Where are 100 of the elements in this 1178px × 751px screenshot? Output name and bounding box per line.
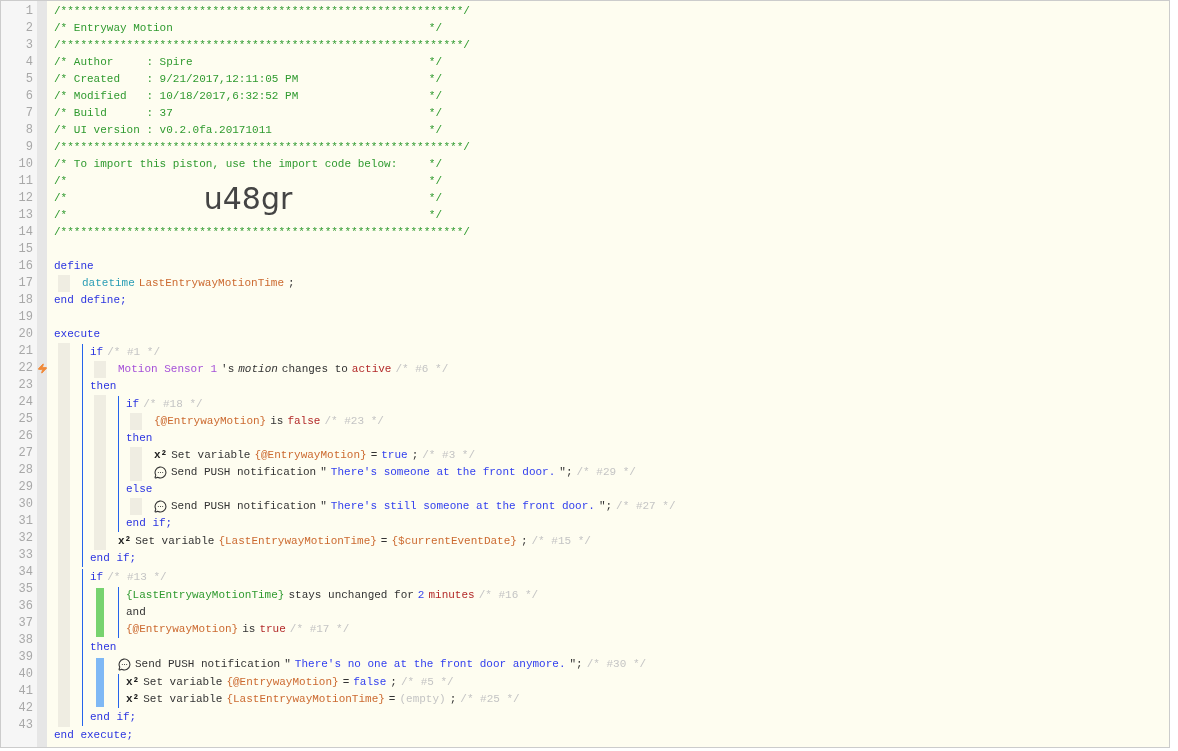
keyword: define [54,259,94,275]
keyword: end if; [126,516,173,532]
code-text: = [370,448,378,464]
line-number: 18 [17,292,33,309]
comment: */ [428,157,442,173]
chat-bubble-icon [154,500,167,513]
chat-bubble-icon [118,658,131,671]
value: minutes [428,588,475,604]
code-text: " [284,657,291,673]
keyword: end if; [90,551,137,567]
variable: {$currentEventDate} [391,534,517,550]
import-code: u48gr [203,181,293,216]
comment: */ [428,72,442,88]
line-number: 24 [17,394,33,411]
literal: There's still someone at the front door. [330,499,595,515]
comment: */ [428,55,442,71]
type-keyword: datetime [82,276,135,292]
code-comment: /* #13 */ [107,570,167,586]
literal: true [381,448,408,464]
keyword: if [126,397,140,413]
keyword: end define; [54,293,127,309]
keyword: end execute; [54,728,134,744]
line-number: 2 [24,20,33,37]
code-comment: /* #17 */ [289,622,350,638]
line-number: 15 [17,241,33,258]
line-number: 12 [17,190,33,207]
line-number: 3 [24,37,33,54]
comment: /* Modified : 10/18/2017,6:32:52 PM [54,89,299,105]
line-number: 16 [17,258,33,275]
device-name: Motion Sensor 1 [118,362,218,378]
line-number: 13 [17,207,33,224]
line-number: 19 [17,309,33,326]
code-text: = [380,534,388,550]
comment: /* Author : Spire [54,55,193,71]
variable: LastEntrywayMotionTime [138,276,285,292]
line-number: 6 [24,88,33,105]
code-text: Set variable [143,692,223,708]
code-text: = [342,675,350,691]
line-number: 30 [17,496,33,513]
code-text: Send PUSH notification [171,499,317,515]
line-number: 8 [24,122,33,139]
variable-symbol: x² [118,534,132,550]
comment: /* [54,191,68,207]
code-text: ; [288,276,295,292]
line-number: 36 [17,598,33,615]
code-comment: /* #3 */ [422,448,476,464]
keyword: then [90,379,117,395]
chat-bubble-icon [154,466,167,479]
variable: {LastEntrywayMotionTime} [218,534,377,550]
code-text: "; [569,657,583,673]
comment: /*************************************************************/ [54,140,470,156]
variable: {@EntrywayMotion} [154,414,267,430]
code-text: Send PUSH notification [135,657,281,673]
line-number: 33 [17,547,33,564]
code-text: 's [221,362,235,378]
value: false [287,414,321,430]
code-text: ; [520,534,528,550]
comment: /*************************************************************/ [54,225,470,241]
code-comment: /* #18 */ [143,397,203,413]
comment: /*************************************************************/ [54,38,470,54]
code-comment: /* #16 */ [478,588,539,604]
line-number: 22 [17,360,33,377]
code-text: " [320,499,327,515]
literal: There's someone at the front door. [330,465,556,481]
code-text: is [242,622,256,638]
line-number: 11 [17,173,33,190]
line-number: 10 [17,156,33,173]
comment: /* Created : 9/21/2017,12:11:05 PM [54,72,299,88]
comment: */ [428,191,442,207]
line-number: 34 [17,564,33,581]
line-number: 41 [17,683,33,700]
keyword: then [90,640,117,656]
variable: {@EntrywayMotion} [126,622,239,638]
comment: /* UI version : v0.2.0fa.20171011 [54,123,272,139]
literal: There's no one at the front door anymore. [294,657,566,673]
variable: {LastEntrywayMotionTime} [126,588,285,604]
variable: {LastEntrywayMotionTime} [226,692,385,708]
line-number: 40 [17,666,33,683]
line-number: 27 [17,445,33,462]
line-number: 37 [17,615,33,632]
variable: {@EntrywayMotion} [226,675,339,691]
comment: */ [428,123,442,139]
line-number: 42 [17,700,33,717]
code-text: Set variable [171,448,251,464]
keyword: then [126,431,153,447]
variable-symbol: x² [126,692,140,708]
code-text: "; [598,499,613,515]
comment: */ [428,89,442,105]
code-comment: (empty) [399,692,446,708]
comment: */ [428,21,442,37]
line-number: 35 [17,581,33,598]
keyword: end if; [90,710,137,726]
line-number: 17 [17,275,33,292]
line-number: 14 [17,224,33,241]
line-number: 29 [17,479,33,496]
code-text: stays unchanged for [288,588,414,604]
code-text: ; [449,692,457,708]
line-number: 39 [17,649,33,666]
line-number: 7 [24,105,33,122]
comment: /* [54,174,68,190]
